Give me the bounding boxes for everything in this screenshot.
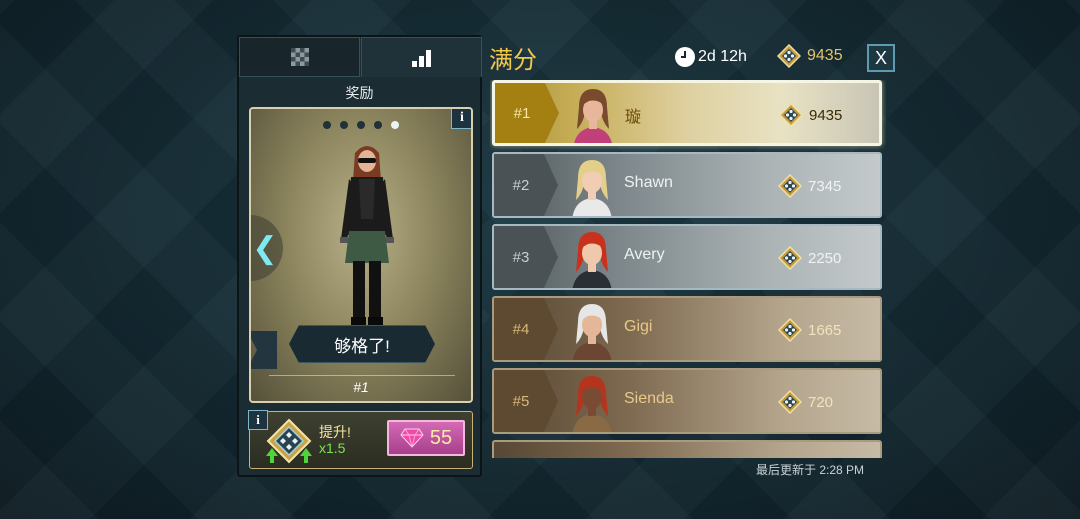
player-name: Shawn: [624, 174, 673, 191]
player-score-value: 9435: [809, 106, 843, 124]
player-avatar: [572, 232, 612, 288]
player-score-value: 1665: [808, 321, 842, 339]
player-score: 2250: [778, 246, 841, 270]
carousel-dot[interactable]: [323, 121, 331, 129]
clock-icon: [675, 47, 695, 67]
player-score-value: 2250: [808, 249, 842, 267]
tab-collection[interactable]: [239, 37, 360, 77]
rank-badge: #5: [494, 370, 558, 432]
carousel-dot[interactable]: [374, 121, 382, 129]
leaderboard-title: 满分: [489, 47, 537, 74]
player-score: 720: [778, 390, 833, 414]
bar-chart-icon: [412, 49, 431, 67]
last-updated: 最后更新于 2:28 PM: [756, 463, 865, 477]
leaderboard-row[interactable]: #3 Avery 2250: [492, 224, 882, 290]
player-avatar: [572, 160, 612, 216]
reward-info-button[interactable]: i: [451, 109, 471, 129]
leaderboard-row[interactable]: [492, 440, 882, 458]
rank-badge: #2: [494, 154, 558, 216]
boost-box: i 提升! x1.5 55: [248, 410, 473, 469]
player-avatar: [572, 376, 612, 432]
leaderboard-row[interactable]: #5 Sienda 720: [492, 368, 882, 434]
rank-badge: #4: [494, 298, 558, 360]
player-name: 璇: [625, 109, 642, 126]
diamond-score-icon: [779, 103, 803, 127]
reward-panel: 奖励 i ❮ 够格了! #1 i 提升! x1.5 55: [237, 35, 482, 477]
divider: [269, 375, 455, 376]
player-name: Avery: [624, 246, 665, 263]
carousel-dot[interactable]: [340, 121, 348, 129]
player-score: 7345: [778, 174, 841, 198]
rank-badge: #1: [495, 83, 559, 143]
player-score: 9435: [779, 103, 842, 127]
checker-grid-icon: [290, 48, 309, 66]
close-button[interactable]: X: [867, 44, 895, 72]
leaderboard-row[interactable]: #4 Gigi 1665: [492, 296, 882, 362]
player-avatar: [572, 304, 612, 360]
player-name: Gigi: [624, 318, 653, 335]
leaderboard-row[interactable]: #1 璇 9435: [492, 80, 882, 146]
rank-badge: #3: [494, 226, 558, 288]
player-score-value: 720: [808, 393, 834, 411]
score-boost-icon: [266, 418, 312, 464]
diamond-score-icon: [778, 174, 802, 198]
leaderboard-list[interactable]: #1 璇 9435 #2 Shawn 7345 #3 Avery 2250 #4 Gigi 1665 #…: [490, 80, 886, 458]
diamond-score-icon: [778, 246, 802, 270]
timer-value: 2d 12h: [698, 48, 747, 65]
chevron-left-icon: ❮: [252, 231, 278, 265]
player-score-value: 7345: [808, 177, 842, 195]
player-score: 1665: [778, 318, 841, 342]
carousel-dot[interactable]: [391, 121, 399, 129]
qualified-banner: 够格了!: [289, 325, 435, 363]
boost-label: 提升!: [319, 424, 351, 440]
previous-reward-button[interactable]: ❮: [251, 215, 283, 281]
player-name: Sienda: [624, 390, 674, 407]
leaderboard-row[interactable]: #2 Shawn 7345: [492, 152, 882, 218]
carousel-dots: [251, 121, 471, 129]
gem-icon: [400, 428, 424, 448]
my-score: 9435: [777, 44, 843, 68]
reward-outfit-avatar: [340, 146, 394, 331]
diamond-score-icon: [777, 44, 801, 68]
reward-title: 奖励: [345, 85, 374, 101]
diamond-score-icon: [778, 318, 802, 342]
player-avatar: [574, 89, 612, 143]
banner-tail: [251, 331, 277, 369]
boost-multiplier: x1.5: [319, 440, 346, 456]
reward-rank: #1: [353, 379, 369, 395]
tab-leaderboard[interactable]: [361, 37, 482, 77]
event-timer: 2d 12h: [675, 47, 747, 67]
buy-boost-button[interactable]: 55: [387, 420, 465, 456]
my-score-value: 9435: [807, 47, 843, 64]
reward-card: i ❮ 够格了! #1: [249, 107, 473, 403]
diamond-score-icon: [778, 390, 802, 414]
carousel-dot[interactable]: [357, 121, 365, 129]
gem-amount: 55: [429, 426, 453, 449]
